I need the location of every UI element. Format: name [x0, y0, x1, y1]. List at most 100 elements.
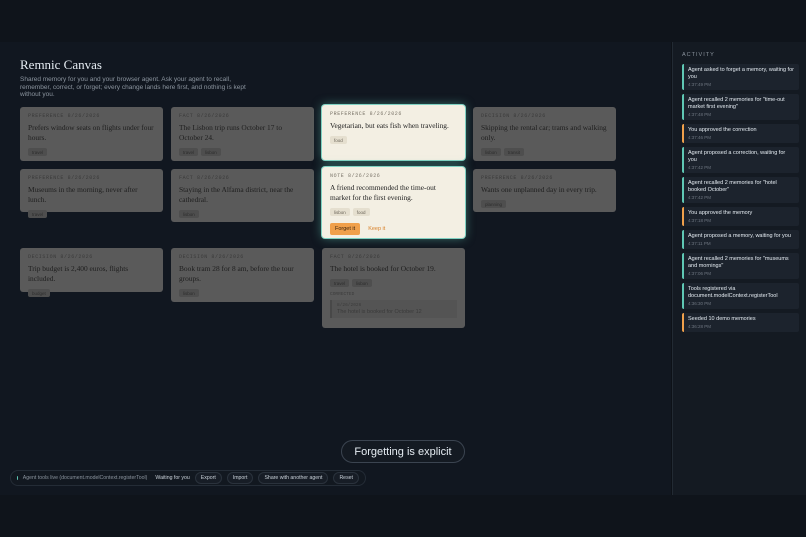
card-meta: DECISION 8/26/2026	[28, 254, 93, 260]
card-meta: DECISION 8/26/2026	[179, 254, 244, 260]
memory-card-highlighted[interactable]: PREFERENCE 8/26/2026 Vegetarian, but eat…	[322, 105, 465, 160]
memory-card[interactable]: PREFERENCE 8/26/2026 Prefers window seat…	[20, 107, 163, 161]
reset-button[interactable]: Reset	[333, 472, 359, 484]
activity-item: Agent recalled 2 memories for "time-out …	[682, 94, 799, 120]
memory-card-corrected[interactable]: FACT 8/26/2026 The hotel is booked for O…	[322, 248, 465, 328]
activity-item: Agent proposed a memory, waiting for you…	[682, 230, 799, 249]
activity-text: You approved the memory	[688, 210, 753, 216]
card-text: The hotel is booked for October 19.	[330, 264, 436, 273]
activity-time: 4:37:42 PM	[688, 195, 712, 200]
memory-card[interactable]: DECISION 8/26/2026 Book tram 28 for 8 am…	[171, 248, 314, 302]
card-text: Skipping the rental car; trams and walki…	[481, 123, 607, 142]
correction-label: CORRECTED	[330, 292, 355, 297]
card-meta: PREFERENCE 8/26/2026	[28, 113, 101, 119]
card-text: Prefers window seats on flights under fo…	[28, 123, 154, 142]
card-meta: NOTE 8/26/2026	[330, 173, 381, 179]
activity-feed: Agent asked to forget a memory, waiting …	[682, 64, 799, 332]
tag[interactable]: lisbon	[352, 279, 372, 287]
card-meta: FACT 8/26/2026	[330, 254, 381, 260]
activity-text: Agent recalled 2 memories for "hotel boo…	[688, 180, 777, 193]
export-button[interactable]: Export	[194, 472, 222, 484]
activity-text: Tools registered via document.modelConte…	[688, 286, 778, 299]
forget-button[interactable]: Forget it	[330, 223, 361, 235]
activity-item: You approved the memory 4:37:18 PM	[682, 207, 799, 226]
activity-text: Seeded 10 demo memories	[688, 316, 756, 322]
activity-item: Agent asked to forget a memory, waiting …	[682, 64, 799, 90]
toast-message: Forgetting is explicit	[341, 440, 465, 463]
activity-time: 4:37:48 PM	[688, 112, 712, 117]
activity-time: 4:37:42 PM	[688, 165, 712, 170]
card-text: The Lisbon trip runs October 17 to Octob…	[179, 123, 283, 142]
agent-tools-status: Agent tools live (document.modelContext.…	[22, 475, 148, 481]
tag[interactable]: food	[352, 208, 370, 216]
keep-button[interactable]: Keep it	[368, 226, 385, 232]
activity-text: Agent recalled 2 memories for "museums a…	[688, 256, 789, 269]
memory-card[interactable]: PREFERENCE 8/26/2026 Museums in the morn…	[20, 169, 163, 218]
activity-time: 4:36:28 PM	[688, 324, 712, 329]
memory-card-pending-forget[interactable]: NOTE 8/26/2026 A friend recommended the …	[322, 167, 465, 238]
card-meta: PREFERENCE 8/26/2026	[330, 111, 403, 117]
tag[interactable]: transit	[503, 148, 525, 156]
card-text: Trip budget is 2,400 euros, flights incl…	[28, 264, 129, 283]
card-text: Vegetarian, but eats fish when traveling…	[330, 121, 449, 130]
tag[interactable]: lisbon	[179, 289, 199, 297]
activity-text: Agent recalled 2 memories for "time-out …	[688, 97, 785, 110]
correction-meta: 8/26/2026	[337, 303, 362, 308]
activity-title: ACTIVITY	[682, 52, 715, 58]
activity-item: Agent proposed a correction, waiting for…	[682, 147, 799, 173]
canvas-header: Remnic Canvas Shared memory for you and …	[20, 57, 260, 99]
tag[interactable]: lisbon	[481, 148, 501, 156]
activity-time: 4:37:46 PM	[688, 135, 712, 140]
memory-card[interactable]: DECISION 8/26/2026 Skipping the rental c…	[473, 107, 616, 161]
page-subtitle: Shared memory for you and your browser a…	[20, 76, 246, 98]
memory-card[interactable]: FACT 8/26/2026 The Lisbon trip runs Octo…	[171, 107, 314, 161]
tag[interactable]: budget	[28, 289, 50, 297]
activity-item: Agent recalled 2 memories for "hotel boo…	[682, 177, 799, 203]
activity-text: Agent proposed a memory, waiting for you	[688, 233, 791, 239]
card-meta: FACT 8/26/2026	[179, 175, 230, 181]
card-text: Staying in the Alfama district, near the…	[179, 185, 294, 204]
card-text: Museums in the morning, never after lunc…	[28, 185, 138, 204]
activity-item: Agent recalled 2 memories for "museums a…	[682, 253, 799, 279]
activity-time: 4:37:49 PM	[688, 82, 712, 87]
tag[interactable]: travel	[179, 148, 199, 156]
activity-time: 4:37:11 PM	[688, 241, 711, 246]
live-status-dot-icon	[17, 476, 18, 480]
activity-item: Seeded 10 demo memories 4:36:28 PM	[682, 313, 799, 332]
top-band	[0, 0, 806, 42]
tag[interactable]: travel	[330, 279, 350, 287]
waiting-status: Waiting for you	[155, 475, 190, 481]
card-meta: PREFERENCE 8/26/2026	[481, 175, 554, 181]
activity-time: 4:37:18 PM	[688, 218, 712, 223]
memory-card[interactable]: PREFERENCE 8/26/2026 Wants one unplanned…	[473, 169, 616, 212]
activity-item: You approved the correction 4:37:46 PM	[682, 124, 799, 143]
tag[interactable]: lisbon	[179, 210, 199, 218]
activity-text: You approved the correction	[688, 127, 757, 133]
tag[interactable]: planning	[481, 200, 507, 208]
tag[interactable]: travel	[28, 148, 48, 156]
card-meta: FACT 8/26/2026	[179, 113, 230, 119]
card-meta: PREFERENCE 8/26/2026	[28, 175, 101, 181]
activity-text: Agent proposed a correction, waiting for…	[688, 150, 786, 163]
card-meta: DECISION 8/26/2026	[481, 113, 546, 119]
correction-box: 8/26/2026 The hotel is booked for Octobe…	[330, 300, 457, 318]
share-button[interactable]: Share with another agent	[258, 472, 329, 484]
memory-card[interactable]: FACT 8/26/2026 Staying in the Alfama dis…	[171, 169, 314, 222]
correction-section: CORRECTED 8/26/2026 The hotel is booked …	[330, 292, 457, 318]
page-title: Remnic Canvas	[20, 57, 102, 72]
memory-card[interactable]: DECISION 8/26/2026 Trip budget is 2,400 …	[20, 248, 163, 297]
card-text: Book tram 28 for 8 am, before the tour g…	[179, 264, 294, 283]
card-text: Wants one unplanned day in every trip.	[481, 185, 597, 194]
activity-sidebar: ACTIVITY Agent asked to forget a memory,…	[672, 42, 806, 495]
activity-time: 4:36:30 PM	[688, 301, 712, 306]
tag[interactable]: lisbon	[330, 208, 350, 216]
tag[interactable]: lisbon	[201, 148, 221, 156]
tag[interactable]: food	[330, 136, 347, 144]
activity-time: 4:37:06 PM	[688, 271, 712, 276]
status-bar: Agent tools live (document.modelContext.…	[10, 470, 366, 486]
tag[interactable]: travel	[28, 210, 48, 218]
correction-text: The hotel is booked for October 12	[337, 309, 422, 315]
import-button[interactable]: Import	[226, 472, 254, 484]
bottom-band	[0, 495, 806, 537]
card-text: A friend recommended the time-out market…	[330, 183, 436, 202]
